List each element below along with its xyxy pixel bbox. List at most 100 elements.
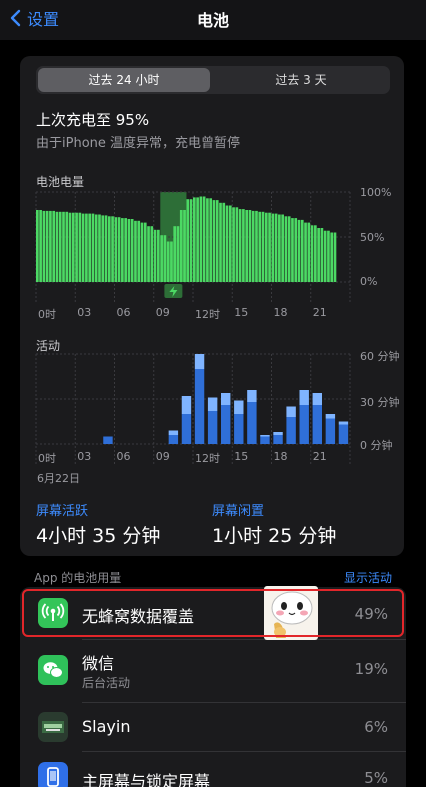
- battery-bar: [65, 211, 69, 282]
- battery-bar: [278, 214, 281, 282]
- x-tick-label: 12时: [195, 452, 220, 465]
- app-percent: 5%: [364, 769, 388, 787]
- battery-bar: [157, 229, 160, 282]
- tab-last-24-hours[interactable]: 过去 24 小时: [38, 68, 210, 92]
- battery-bar: [258, 211, 262, 282]
- battery-bar: [111, 216, 114, 282]
- battery-bar: [238, 209, 242, 282]
- battery-bar: [130, 219, 134, 282]
- battery-bar: [255, 210, 258, 282]
- battery-bar: [235, 207, 239, 282]
- battery-bar: [215, 200, 219, 282]
- app-name: Slayin: [82, 717, 131, 736]
- battery-bar: [114, 217, 118, 282]
- battery-bar: [320, 228, 324, 282]
- battery-bar: [189, 199, 193, 282]
- activity-ytick-0: 0 分钟: [360, 439, 393, 452]
- show-activity-link[interactable]: 显示活动: [344, 569, 392, 586]
- battery-bar: [134, 220, 137, 282]
- x-tick-label: 03: [77, 306, 92, 319]
- battery-bar: [225, 205, 229, 282]
- activity-bar-screen-off: [247, 390, 257, 402]
- battery-bar: [183, 210, 186, 282]
- battery-bar: [291, 218, 294, 282]
- battery-bar: [327, 230, 330, 282]
- battery-bar: [68, 212, 72, 282]
- battery-bar: [81, 213, 85, 282]
- battery-bar: [222, 202, 226, 282]
- x-tick-label: 18: [273, 450, 288, 463]
- activity-bar-screen-on: [312, 405, 323, 444]
- activity-bar-screen-off: [286, 406, 296, 417]
- battery-bar: [186, 199, 190, 282]
- battery-bar: [124, 218, 127, 282]
- x-tick-label: 15: [234, 450, 249, 463]
- list-item[interactable]: 无蜂窝数据覆盖 49%: [20, 587, 406, 639]
- battery-bar: [75, 212, 78, 282]
- battery-bar: [202, 196, 206, 282]
- activity-bar-screen-on: [220, 405, 231, 444]
- x-tick-label: 09: [155, 450, 170, 463]
- screen-on-value: 4小时 35 分钟: [36, 525, 161, 547]
- battery-bar: [140, 222, 144, 282]
- navigation-bar: 设置 电池: [0, 0, 426, 40]
- battery-bar: [284, 216, 288, 282]
- battery-bar: [206, 198, 209, 282]
- activity-bar-screen-off: [168, 430, 179, 435]
- battery-bar: [170, 241, 173, 282]
- activity-bar-screen-off: [194, 354, 205, 369]
- x-tick-label: 0时: [38, 452, 56, 465]
- x-tick-label: 15: [234, 306, 249, 319]
- battery-summary-card: 过去 24 小时 过去 3 天 上次充电至 95% 由于iPhone 温度异常，…: [20, 56, 404, 556]
- battery-ytick-100: 100%: [360, 186, 392, 199]
- x-tick-label: 21: [312, 450, 327, 463]
- app-subtitle: 后台活动: [82, 676, 131, 690]
- activity-bar-screen-on: [194, 369, 205, 444]
- screen-off-label: 屏幕闲置: [212, 504, 265, 519]
- activity-bar-screen-on: [260, 436, 270, 444]
- battery-bar: [199, 196, 203, 282]
- list-item[interactable]: Slayin 6%: [20, 703, 406, 751]
- battery-ytick-0: 0%: [360, 275, 378, 288]
- battery-level-chart: [35, 191, 351, 302]
- battery-bar: [268, 212, 271, 282]
- battery-bar: [71, 212, 75, 282]
- list-item[interactable]: 主屏幕与锁定屏幕 5%: [20, 752, 406, 787]
- sticker-image: [264, 586, 318, 640]
- x-tick-label: 18: [273, 306, 288, 319]
- list-item[interactable]: 微信 后台活动 19%: [20, 640, 406, 702]
- battery-bar: [307, 222, 311, 282]
- battery-bar: [173, 226, 177, 282]
- battery-bar: [212, 200, 216, 282]
- battery-bar: [117, 217, 121, 282]
- activity-bar-screen-off: [260, 435, 270, 437]
- x-tick-label: 21: [312, 306, 327, 319]
- activity-bar-screen-off: [220, 393, 231, 405]
- app-percent: 49%: [354, 605, 388, 623]
- time-range-segmented-control: 过去 24 小时 过去 3 天: [36, 66, 390, 94]
- battery-bar: [153, 229, 157, 282]
- activity-bar-screen-on: [168, 435, 179, 444]
- tab-last-3-days[interactable]: 过去 3 天: [214, 68, 388, 92]
- activity-bar-screen-on: [325, 418, 336, 444]
- x-tick-label: 03: [77, 450, 92, 463]
- battery-bar: [219, 202, 222, 282]
- battery-bar: [163, 235, 167, 282]
- app-name: 无蜂窝数据覆盖: [82, 607, 195, 626]
- battery-bar: [300, 219, 304, 282]
- activity-bar-screen-on: [234, 414, 244, 444]
- battery-bar: [317, 228, 320, 282]
- battery-bar: [228, 205, 232, 282]
- activity-bar-screen-off: [325, 414, 336, 419]
- x-tick-label: 0时: [38, 308, 56, 321]
- app-name: 微信: [82, 654, 115, 673]
- page-title: 电池: [196, 11, 229, 30]
- battery-bar: [91, 213, 95, 282]
- battery-bar: [36, 210, 39, 282]
- battery-bar: [193, 197, 196, 282]
- battery-bar: [323, 230, 327, 282]
- activity-bar-screen-on: [338, 424, 349, 444]
- battery-bar: [137, 220, 141, 282]
- battery-bar: [297, 219, 301, 282]
- battery-bar: [176, 226, 180, 282]
